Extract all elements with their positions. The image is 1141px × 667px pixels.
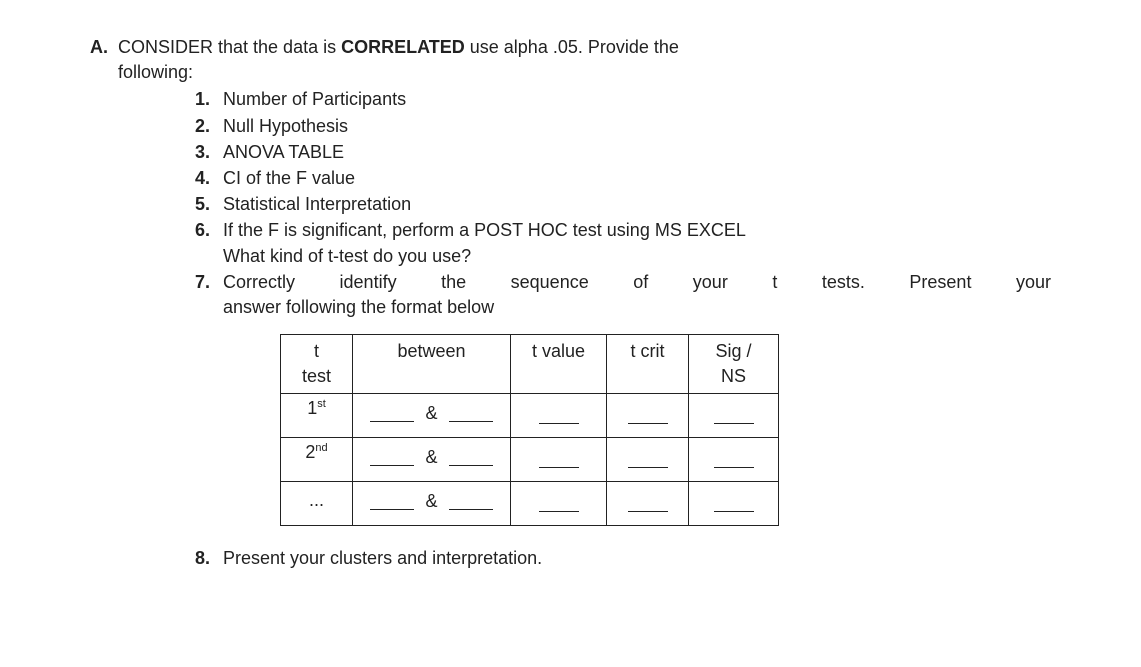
blank-line: [449, 408, 493, 422]
row3-tvalue: [511, 482, 607, 526]
item-4: 4. CI of the F value: [195, 166, 1051, 191]
item-3-num: 3.: [195, 140, 223, 165]
item-2-num: 2.: [195, 114, 223, 139]
th-tvalue-text: t value: [532, 341, 585, 361]
t-test-table-wrap: t test between t value t crit Sig / NS: [280, 334, 1051, 526]
blank-line: [628, 410, 668, 424]
th-tvalue: t value: [511, 335, 607, 394]
item-1-num: 1.: [195, 87, 223, 112]
th-ttest: t test: [281, 335, 353, 394]
item-6-line2: What kind of t-test do you use?: [223, 246, 471, 266]
row1-label-sup: st: [317, 398, 326, 410]
blank-line: [449, 452, 493, 466]
item-7-line2: answer following the format below: [223, 297, 494, 317]
item-6-num: 6.: [195, 218, 223, 268]
item-6: 6. If the F is significant, perform a PO…: [195, 218, 1051, 268]
row3-amp: &: [425, 491, 437, 511]
th-sig: Sig / NS: [689, 335, 779, 394]
item-2-text: Null Hypothesis: [223, 114, 1051, 139]
item-7: 7. Correctly identify the sequence of yo…: [195, 270, 1051, 320]
blank-line: [714, 498, 754, 512]
row1-amp: &: [425, 403, 437, 423]
t-test-table: t test between t value t crit Sig / NS: [280, 334, 779, 526]
th-ttest-a: t: [314, 341, 319, 361]
item-5-text: Statistical Interpretation: [223, 192, 1051, 217]
row3-label: ...: [281, 482, 353, 526]
th-tcrit: t crit: [607, 335, 689, 394]
section-line1-pre: CONSIDER that the data is: [118, 37, 341, 57]
row2-tvalue: [511, 438, 607, 482]
th-between: between: [353, 335, 511, 394]
item-3: 3. ANOVA TABLE: [195, 140, 1051, 165]
item-2: 2. Null Hypothesis: [195, 114, 1051, 139]
section-text-line2: following:: [118, 60, 1051, 85]
item-8: 8. Present your clusters and interpretat…: [195, 546, 1051, 571]
row2-amp: &: [425, 447, 437, 467]
item-6-text: If the F is significant, perform a POST …: [223, 218, 1051, 268]
section-line1-post: use alpha .05. Provide the: [465, 37, 679, 57]
row1-sig: [689, 394, 779, 438]
table-row-1: 1st &: [281, 394, 779, 438]
blank-line: [370, 408, 414, 422]
section-heading: A. CONSIDER that the data is CORRELATED …: [90, 35, 1051, 60]
item-7-num: 7.: [195, 270, 223, 320]
section-text-line1: CONSIDER that the data is CORRELATED use…: [118, 35, 1051, 60]
item-6-line1: If the F is significant, perform a POST …: [223, 220, 746, 240]
blank-line: [539, 410, 579, 424]
blank-line: [539, 498, 579, 512]
row3-between: &: [353, 482, 511, 526]
table-row-3: ... &: [281, 482, 779, 526]
section-line1-bold: CORRELATED: [341, 37, 465, 57]
table-row-2: 2nd &: [281, 438, 779, 482]
th-ttest-b: test: [302, 366, 331, 386]
row1-tvalue: [511, 394, 607, 438]
row2-label-sup: nd: [315, 442, 327, 454]
row3-sig: [689, 482, 779, 526]
item-7-line1: Correctly identify the sequence of your …: [223, 270, 1051, 295]
row2-label: 2nd: [281, 438, 353, 482]
row2-tcrit: [607, 438, 689, 482]
numbered-list: 1. Number of Participants 2. Null Hypoth…: [195, 87, 1051, 320]
item-1: 1. Number of Participants: [195, 87, 1051, 112]
th-sig-a: Sig /: [715, 341, 751, 361]
item-8-num: 8.: [195, 546, 223, 571]
item-7-text: Correctly identify the sequence of your …: [223, 270, 1051, 320]
blank-line: [370, 496, 414, 510]
row1-tcrit: [607, 394, 689, 438]
blank-line: [628, 498, 668, 512]
item-1-text: Number of Participants: [223, 87, 1051, 112]
section-label: A.: [90, 35, 118, 60]
row2-sig: [689, 438, 779, 482]
th-sig-b: NS: [721, 366, 746, 386]
row1-label-pre: 1: [307, 398, 317, 418]
table-header-row: t test between t value t crit Sig / NS: [281, 335, 779, 394]
blank-line: [714, 410, 754, 424]
row1-between: &: [353, 394, 511, 438]
item-8-text: Present your clusters and interpretation…: [223, 546, 1051, 571]
row3-tcrit: [607, 482, 689, 526]
th-between-text: between: [397, 341, 465, 361]
item-5-num: 5.: [195, 192, 223, 217]
blank-line: [370, 452, 414, 466]
th-tcrit-text: t crit: [631, 341, 665, 361]
row2-between: &: [353, 438, 511, 482]
blank-line: [539, 454, 579, 468]
blank-line: [714, 454, 754, 468]
blank-line: [628, 454, 668, 468]
section-a: A. CONSIDER that the data is CORRELATED …: [90, 35, 1051, 572]
row1-label: 1st: [281, 394, 353, 438]
item-5: 5. Statistical Interpretation: [195, 192, 1051, 217]
blank-line: [449, 496, 493, 510]
item-3-text: ANOVA TABLE: [223, 140, 1051, 165]
item-4-text: CI of the F value: [223, 166, 1051, 191]
row2-label-pre: 2: [305, 442, 315, 462]
item-4-num: 4.: [195, 166, 223, 191]
